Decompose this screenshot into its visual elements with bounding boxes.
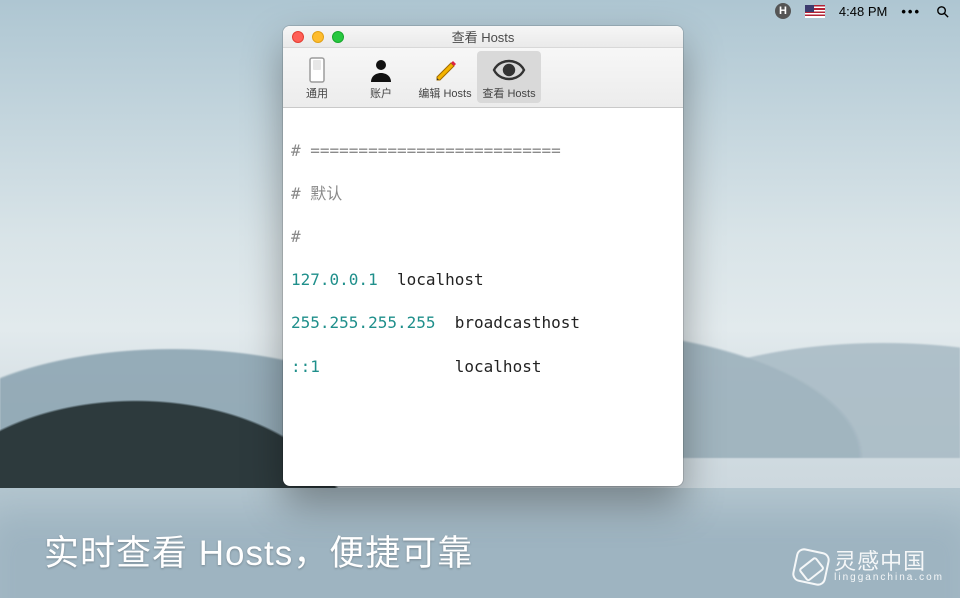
user-icon (368, 55, 394, 85)
hosts-line: 127.0.0.1 localhost (291, 269, 675, 291)
watermark-name: 灵感中国 (834, 551, 944, 573)
toolbar: 通用 账户 编辑 Hosts 查看 Hosts (283, 48, 683, 108)
pencil-icon (432, 55, 458, 85)
menubar-clock[interactable]: 4:48 PM (839, 4, 887, 19)
hosts-line: # ========================== (291, 485, 675, 486)
menubar: H 4:48 PM ••• (765, 0, 960, 22)
tab-account[interactable]: 账户 (349, 51, 413, 103)
hosts-line: # 默认 (291, 183, 675, 205)
tab-label: 通用 (306, 85, 328, 101)
window-title: 查看 Hosts (283, 27, 683, 46)
watermark-logo-icon (791, 547, 831, 587)
tab-label: 账户 (370, 85, 392, 101)
tab-label: 查看 Hosts (482, 85, 535, 101)
tab-view-hosts[interactable]: 查看 Hosts (477, 51, 541, 103)
hosts-line: ::1 localhost (291, 356, 675, 378)
watermark: 灵感中国 lingganchina.com (794, 550, 944, 584)
switch-icon (306, 55, 328, 85)
watermark-url: lingganchina.com (834, 573, 944, 583)
hosts-blank (291, 399, 675, 421)
titlebar[interactable]: 查看 Hosts (283, 26, 683, 48)
hosts-line: # (291, 226, 675, 248)
marketing-caption: 实时查看 Hosts，便捷可靠 (44, 525, 473, 576)
tab-edit-hosts[interactable]: 编辑 Hosts (413, 51, 477, 103)
eye-icon (492, 55, 526, 85)
input-source-flag-icon[interactable] (805, 5, 825, 18)
hosts-blank (291, 442, 675, 464)
hosts-window: 查看 Hosts 通用 账户 编辑 Hosts 查看 Hosts (283, 26, 683, 486)
spotlight-search-icon[interactable] (935, 4, 950, 19)
hosts-line: 255.255.255.255 broadcasthost (291, 312, 675, 334)
hosts-line: # ========================== (291, 140, 675, 162)
hosts-viewer: # ========================== # 默认 # 127.… (283, 108, 683, 486)
app-menubar-icon[interactable]: H (775, 3, 791, 19)
menubar-more-icon[interactable]: ••• (901, 4, 921, 19)
tab-general[interactable]: 通用 (285, 51, 349, 103)
tab-label: 编辑 Hosts (418, 85, 471, 101)
